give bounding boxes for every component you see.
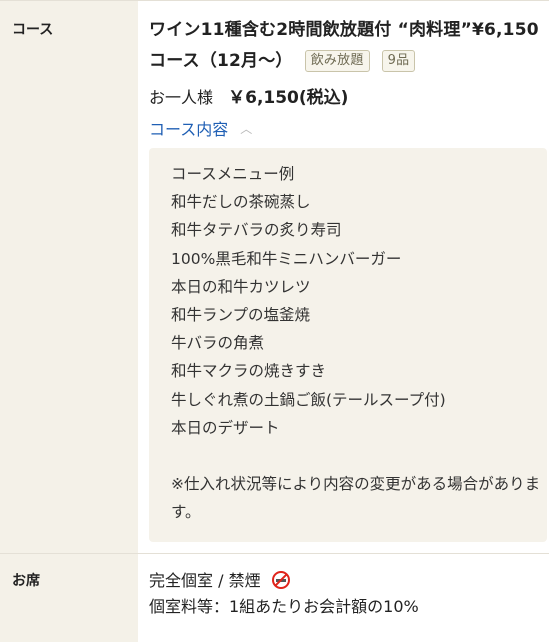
course-content-toggle[interactable]: コース内容 ︿: [149, 116, 252, 140]
chevron-up-icon: ︿: [240, 121, 253, 136]
seat-label: お席: [0, 554, 138, 642]
plan-detail-table: コース ワイン11種含む2時間飲放題付 “肉料理”¥6,150コース（12月〜）…: [0, 0, 549, 642]
menu-item: 本日のデザート: [171, 418, 280, 437]
menu-item: コースメニュー例: [171, 165, 295, 183]
seat-type-text: 完全個室 / 禁煙: [149, 571, 261, 590]
menu-item: 和牛タテバラの炙り寿司: [171, 221, 342, 240]
course-row: コース ワイン11種含む2時間飲放題付 “肉料理”¥6,150コース（12月〜）…: [0, 1, 549, 554]
tag-dish-count: 9品: [381, 50, 416, 72]
menu-note: ※仕入れ状況等により内容の変更がある場合があります。: [171, 475, 541, 522]
menu-item: 牛バラの角煮: [171, 334, 265, 353]
menu-item: 和牛ランプの塩釜焼: [171, 306, 311, 325]
no-smoking-icon: [271, 571, 290, 589]
seat-row: お席 完全個室 / 禁煙 個室料等：1組あたりお会計額の10%: [0, 554, 549, 642]
seat-cell: 完全個室 / 禁煙 個室料等：1組あたりお会計額の10%: [138, 554, 549, 642]
price-prefix: お一人様: [149, 88, 214, 107]
menu-item: 牛しぐれ煮の土鍋ご飯(テールスープ付): [171, 390, 446, 409]
menu-item: 100%黒毛和牛ミニハンバーガー: [171, 249, 402, 268]
course-cell: ワイン11種含む2時間飲放題付 “肉料理”¥6,150コース（12月〜） 飲み放…: [138, 1, 549, 553]
seat-type: 完全個室 / 禁煙: [149, 568, 549, 594]
price-line: お一人様 ￥6,150(税込): [149, 83, 549, 108]
course-content-toggle-label: コース内容: [149, 120, 229, 139]
room-charge: 個室料等：1組あたりお会計額の10%: [149, 597, 419, 616]
price-amount: ￥6,150(税込): [228, 88, 349, 108]
course-title: ワイン11種含む2時間飲放題付 “肉料理”¥6,150コース（12月〜） 飲み放…: [149, 15, 549, 77]
course-label: コース: [0, 1, 138, 553]
menu-item: 本日の和牛カツレツ: [171, 277, 311, 296]
tag-nomihoudai: 飲み放題: [304, 50, 370, 72]
menu-item: 和牛マクラの焼きすき: [171, 362, 327, 381]
menu-item: 和牛だしの茶碗蒸し: [171, 193, 311, 212]
course-menu: コースメニュー例 和牛だしの茶碗蒸し 和牛タテバラの炙り寿司 100%黒毛和牛ミ…: [149, 148, 547, 543]
